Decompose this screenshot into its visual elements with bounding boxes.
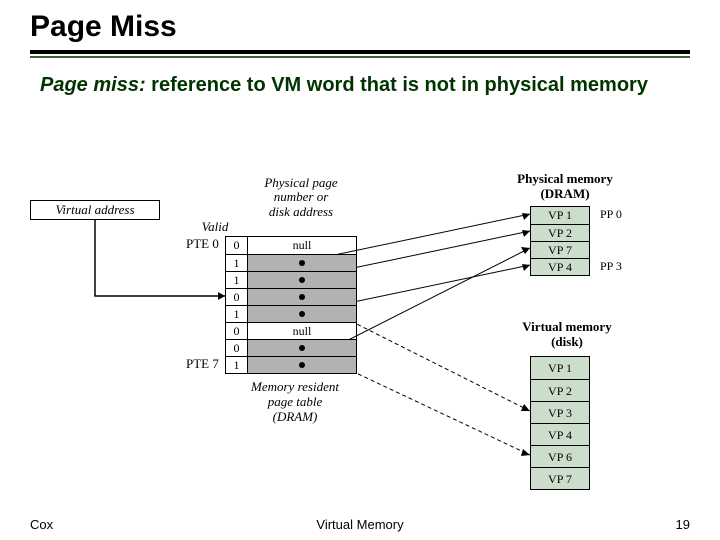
subtitle-emphasis: Page miss: (40, 74, 146, 96)
pp-0-label: PP 0 (600, 207, 622, 222)
vm-row: VP 6 (531, 445, 589, 467)
subtitle: Page miss: reference to VM word that is … (0, 58, 720, 98)
valid-header: Valid (195, 220, 235, 234)
virtual-memory-disk: VP 1 VP 2 VP 3 VP 4 VP 6 VP 7 (530, 356, 590, 490)
title-rule-1 (30, 50, 690, 54)
addr-header: Physical page number or disk address (246, 176, 356, 219)
vm-row: VP 4 (531, 423, 589, 445)
pt-row: 1 (226, 305, 356, 322)
pt-row: 0null (226, 322, 356, 339)
pt-row: 1 (226, 271, 356, 288)
diagram: Virtual address Valid Physical page numb… (0, 170, 720, 510)
physical-memory: VP 1 VP 2 VP 7 VP 4 (530, 206, 590, 276)
subtitle-rest: reference to VM word that is not in phys… (146, 74, 648, 96)
pt-row: 0null (226, 237, 356, 254)
dot-icon (299, 362, 305, 368)
pt-row: 1 (226, 254, 356, 271)
dot-icon (299, 260, 305, 266)
pm-row: VP 7 (531, 241, 589, 258)
page-title: Page Miss (0, 0, 720, 50)
pm-row: VP 2 (531, 224, 589, 241)
dot-icon (299, 277, 305, 283)
pte-7-label: PTE 7 (186, 356, 219, 372)
memory-resident-page-table-label: Memory resident page table (DRAM) (230, 380, 360, 425)
footer-page-number: 19 (676, 517, 690, 532)
footer: Cox Virtual Memory 19 (0, 517, 720, 532)
vm-row: VP 2 (531, 379, 589, 401)
vm-row: VP 7 (531, 467, 589, 489)
page-table: 0null 1 1 0 1 0null 0 1 (225, 236, 357, 374)
pt-row: 0 (226, 339, 356, 356)
dot-icon (299, 311, 305, 317)
pm-row: VP 1 (531, 207, 589, 224)
physical-memory-label: Physical memory (DRAM) (500, 172, 630, 202)
pt-row: 0 (226, 288, 356, 305)
pp-3-label: PP 3 (600, 259, 622, 274)
virtual-address-box: Virtual address (30, 200, 160, 220)
dot-icon (299, 294, 305, 300)
pm-row: VP 4 (531, 258, 589, 275)
pte-0-label: PTE 0 (186, 236, 219, 252)
footer-author: Cox (30, 517, 53, 532)
virtual-memory-label: Virtual memory (disk) (502, 320, 632, 350)
vm-row: VP 1 (531, 357, 589, 379)
dot-icon (299, 345, 305, 351)
pt-row: 1 (226, 356, 356, 373)
vm-row: VP 3 (531, 401, 589, 423)
footer-title: Virtual Memory (316, 517, 403, 532)
